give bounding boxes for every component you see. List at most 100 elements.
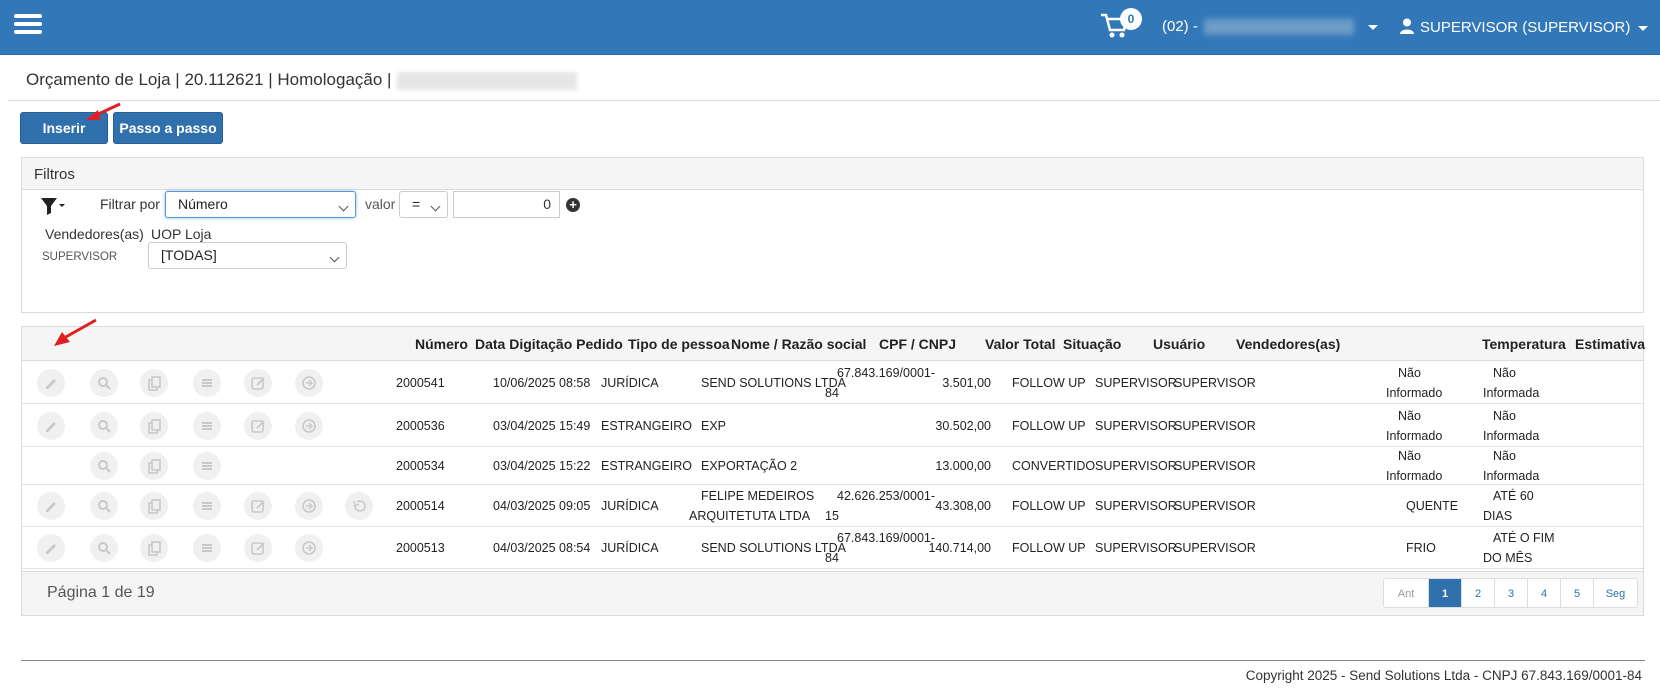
history-icon[interactable]: [345, 492, 373, 520]
col-temperatura[interactable]: Temperatura: [1482, 336, 1566, 352]
orders-table: Número Data Digitação Pedido Tipo de pes…: [21, 326, 1645, 616]
copy-icon[interactable]: [140, 452, 168, 480]
next-page-button[interactable]: Seg: [1593, 579, 1637, 607]
col-vendedores[interactable]: Vendedores(as): [1236, 336, 1340, 352]
pencil-icon[interactable]: [37, 534, 65, 562]
page-1-button[interactable]: 1: [1428, 579, 1461, 607]
list-icon[interactable]: [193, 369, 221, 397]
sellers-label: Vendedores(as): [45, 226, 144, 242]
col-usuario[interactable]: Usuário: [1153, 336, 1205, 352]
table-row[interactable]: 2000541 10/06/2025 08:58 JURÍDICA SEND SOLU…: [22, 361, 1643, 404]
search-icon[interactable]: [90, 412, 118, 440]
cell-estimativa: Não: [1493, 366, 1516, 380]
cell-usuario: SUPERVISOR: [1095, 459, 1177, 473]
search-icon[interactable]: [90, 452, 118, 480]
copy-icon[interactable]: [140, 412, 168, 440]
user-label: SUPERVISOR (SUPERVISOR): [1420, 18, 1631, 36]
cell-vendedor: SUPERVISOR: [1174, 459, 1256, 473]
edit-icon[interactable]: [244, 412, 272, 440]
col-cnpj[interactable]: CPF / CNPJ: [879, 336, 956, 352]
cell-nome: FELIPE MEDEIROS: [701, 489, 815, 503]
add-filter-icon[interactable]: +: [566, 198, 580, 212]
edit-icon[interactable]: [244, 369, 272, 397]
tag-icon[interactable]: [295, 534, 323, 562]
copy-icon[interactable]: [140, 534, 168, 562]
cell-vendedor: SUPERVISOR: [1174, 419, 1256, 433]
col-numero[interactable]: Número: [415, 336, 468, 352]
cell-situacao: FOLLOW UP: [1012, 419, 1086, 433]
tag-icon[interactable]: [295, 412, 323, 440]
page-4-button[interactable]: 4: [1527, 579, 1560, 607]
cell-numero: 2000513: [396, 541, 445, 555]
search-icon[interactable]: [90, 492, 118, 520]
col-data[interactable]: Data Digitação Pedido: [475, 336, 623, 352]
col-estimativa[interactable]: Estimativa: [1575, 336, 1645, 352]
table-row[interactable]: 2000514 04/03/2025 09:05 JURÍDICA FELIPE ME…: [22, 485, 1643, 527]
search-icon[interactable]: [90, 534, 118, 562]
step-by-step-button[interactable]: Passo a passo: [113, 112, 223, 144]
col-situacao[interactable]: Situação: [1063, 336, 1121, 352]
pencil-icon[interactable]: [37, 369, 65, 397]
search-icon[interactable]: [90, 369, 118, 397]
pencil-icon[interactable]: [37, 412, 65, 440]
filters-panel: Filtros Filtrar por Número valor = 0 + V…: [21, 157, 1644, 313]
tag-icon[interactable]: [295, 369, 323, 397]
cell-temperatura: Informado: [1386, 386, 1443, 400]
prev-page-button[interactable]: Ant: [1384, 579, 1428, 607]
copy-icon[interactable]: [140, 492, 168, 520]
store-selector[interactable]: (02) -: [1162, 18, 1378, 40]
cell-estimativa: Informada: [1483, 386, 1540, 400]
edit-icon[interactable]: [244, 492, 272, 520]
cell-valor: 30.502,00: [935, 419, 991, 433]
chevron-down-icon: [1638, 25, 1649, 31]
pencil-icon[interactable]: [37, 492, 65, 520]
cell-numero: 2000541: [396, 376, 445, 390]
cell-cnpj: 42.626.253/0001-: [837, 489, 936, 503]
filters-panel-title: Filtros: [22, 158, 1643, 190]
cell-vendedor: SUPERVISOR: [1174, 376, 1256, 390]
cell-temperatura: QUENTE: [1406, 499, 1459, 513]
list-icon[interactable]: [193, 534, 221, 562]
cell-temperatura: Informado: [1386, 429, 1443, 443]
page-5-button[interactable]: 5: [1560, 579, 1593, 607]
cell-estimativa: DIAS: [1483, 509, 1513, 523]
col-tipo[interactable]: Tipo de pessoa: [628, 336, 730, 352]
menu-icon[interactable]: [14, 14, 42, 36]
table-row[interactable]: 2000513 04/03/2025 08:54 JURÍDICA SEND SOLU…: [22, 527, 1643, 569]
edit-icon[interactable]: [244, 534, 272, 562]
cell-cnpj: 67.843.169/0001-: [837, 531, 936, 545]
operator-select[interactable]: =: [399, 191, 448, 218]
user-menu[interactable]: SUPERVISOR (SUPERVISOR): [1400, 18, 1649, 38]
list-icon[interactable]: [193, 452, 221, 480]
cell-tipo: JURÍDICA: [601, 541, 659, 555]
tag-icon[interactable]: [295, 492, 323, 520]
table-row[interactable]: 2000536 03/04/2025 15:49 ESTRANGEIRO EXP 30.…: [22, 404, 1643, 447]
uop-select[interactable]: [TODAS]: [148, 242, 347, 269]
page-3-button[interactable]: 3: [1494, 579, 1527, 607]
filter-icon[interactable]: [40, 196, 66, 221]
cell-cnpj: 84: [825, 551, 839, 565]
cell-valor: 43.308,00: [935, 499, 991, 513]
page-2-button[interactable]: 2: [1461, 579, 1494, 607]
filter-field-select[interactable]: Número: [165, 191, 356, 218]
copy-icon[interactable]: [140, 369, 168, 397]
redacted-store-name: [1203, 19, 1354, 36]
uop-label: UOP Loja: [151, 226, 212, 242]
seller-supervisor-value: SUPERVISOR: [42, 251, 118, 263]
cell-cnpj: 67.843.169/0001-: [837, 366, 936, 380]
cell-estimativa: Informada: [1483, 469, 1540, 483]
filter-value-input[interactable]: 0: [453, 191, 560, 218]
table-row[interactable]: 2000534 03/04/2025 15:22 ESTRANGEIRO EXPORT…: [22, 447, 1643, 485]
list-icon[interactable]: [193, 412, 221, 440]
cell-vendedor: SUPERVISOR: [1174, 499, 1256, 513]
cell-tipo: ESTRANGEIRO: [601, 419, 692, 433]
filter-by-label: Filtrar por: [100, 196, 160, 212]
annotation-arrow-icon: [86, 102, 121, 120]
cell-valor: 140.714,00: [928, 541, 991, 555]
cell-cnpj: 15: [825, 509, 839, 523]
list-icon[interactable]: [193, 492, 221, 520]
cart-count-badge: 0: [1120, 8, 1142, 30]
col-valor[interactable]: Valor Total: [985, 336, 1056, 352]
cell-numero: 2000536: [396, 419, 445, 433]
col-nome[interactable]: Nome / Razão social: [731, 336, 866, 352]
